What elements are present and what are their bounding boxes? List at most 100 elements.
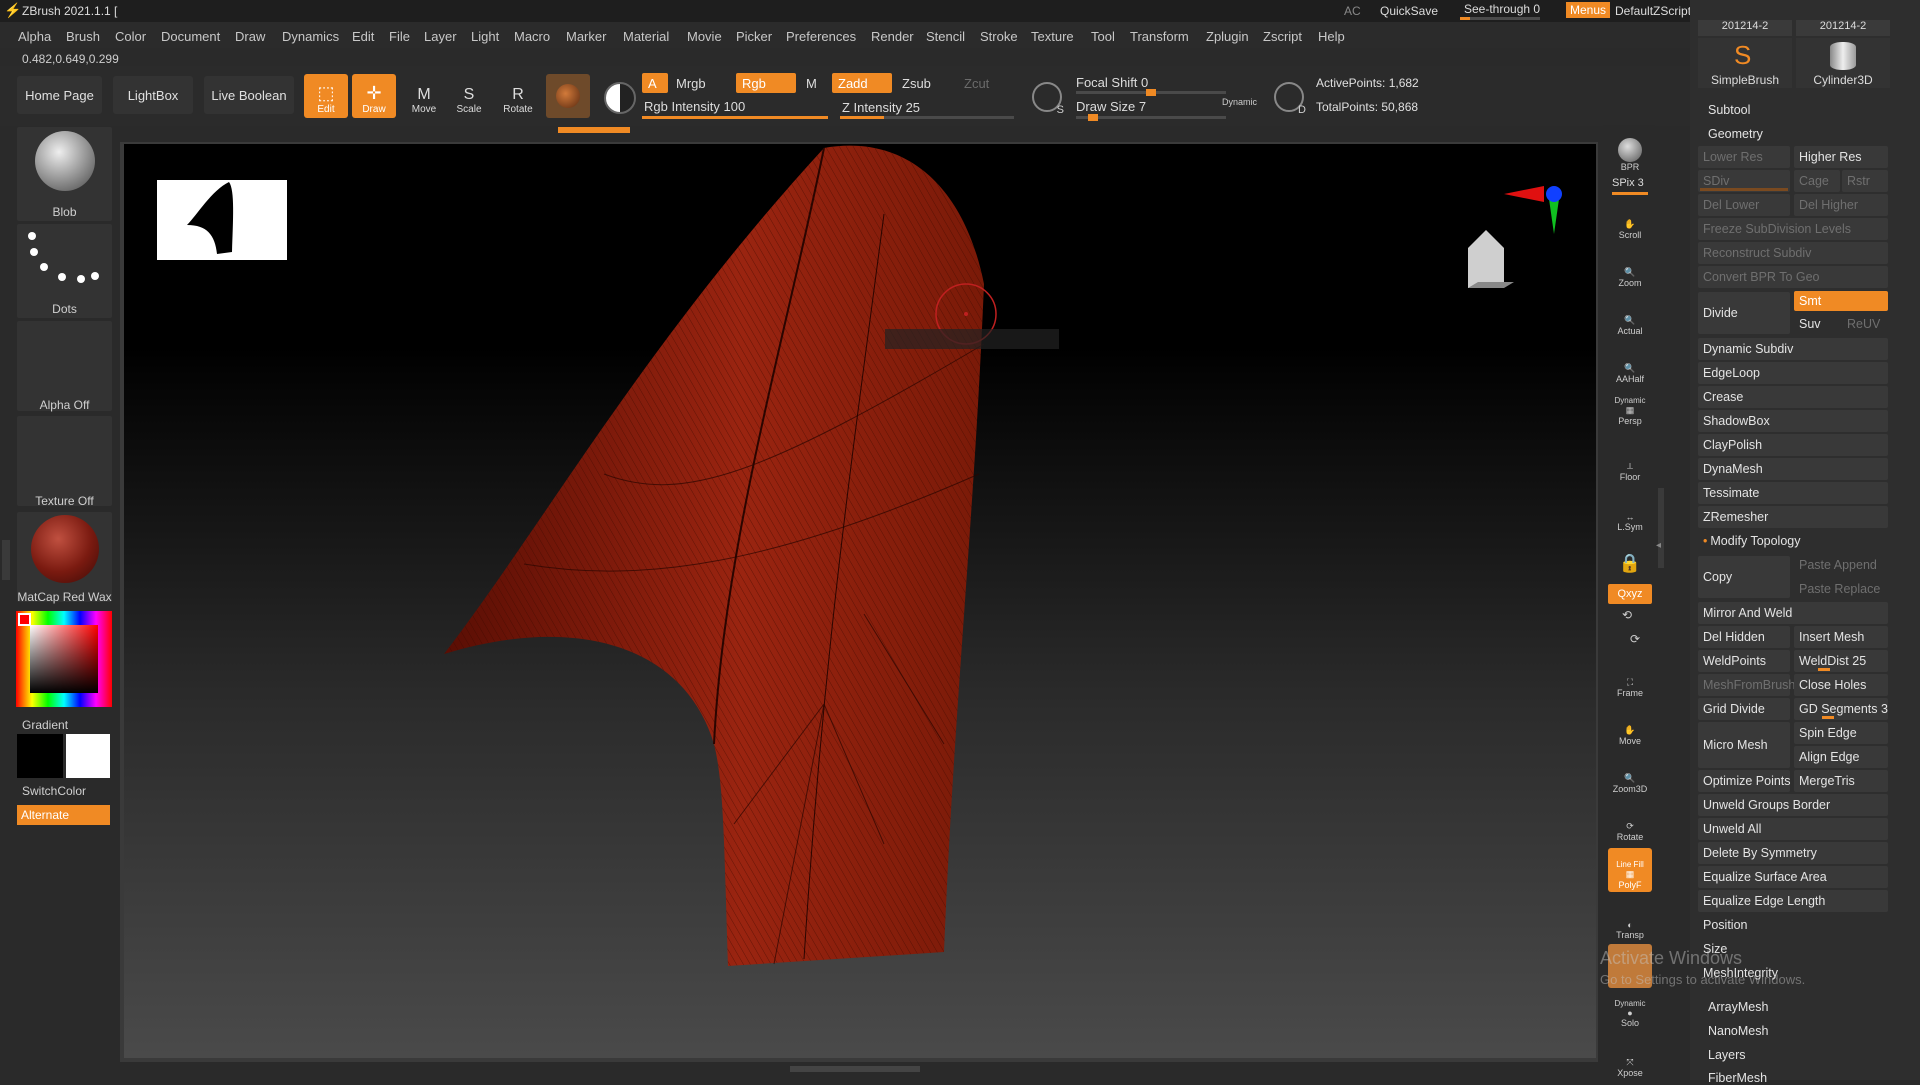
- secondary-color-black[interactable]: [17, 734, 63, 778]
- color-sphere-button[interactable]: [596, 74, 640, 118]
- collapse-right-icon[interactable]: ◂: [1656, 540, 1661, 551]
- home-page-button[interactable]: Home Page: [17, 76, 102, 114]
- copy-button[interactable]: Copy: [1698, 556, 1790, 598]
- layers-section[interactable]: Layers: [1708, 1048, 1746, 1062]
- menu-preferences[interactable]: Preferences: [786, 29, 856, 44]
- paste-append-button[interactable]: Paste Append: [1794, 554, 1888, 576]
- menu-stroke[interactable]: Stroke: [980, 29, 1018, 44]
- bpr-button[interactable]: BPR: [1608, 130, 1652, 174]
- cage-button[interactable]: Cage: [1794, 170, 1840, 192]
- main-color-white[interactable]: [66, 734, 110, 778]
- lsym-button[interactable]: ↔ L.Sym: [1608, 490, 1652, 534]
- menu-picker[interactable]: Picker: [736, 29, 772, 44]
- xyz-symmetry-button[interactable]: Qxyz: [1608, 584, 1652, 604]
- live-boolean-button[interactable]: Live Boolean: [204, 76, 294, 114]
- reuv-toggle[interactable]: ReUV: [1842, 314, 1888, 334]
- menus-toggle[interactable]: Menus: [1566, 2, 1611, 18]
- mesh-viewport[interactable]: [124, 144, 1596, 1058]
- menu-brush[interactable]: Brush: [66, 29, 100, 44]
- freeze-subdiv-button[interactable]: Freeze SubDivision Levels: [1698, 218, 1888, 240]
- spix-slider[interactable]: SPix 3: [1612, 177, 1644, 189]
- zcut-toggle[interactable]: Zcut: [958, 73, 1008, 93]
- navigator-thumbnail[interactable]: [157, 180, 287, 260]
- del-higher-button[interactable]: Del Higher: [1794, 194, 1888, 216]
- local-symmetry-icon[interactable]: ⟲: [1622, 608, 1632, 622]
- claypolish-section[interactable]: ClayPolish: [1698, 434, 1888, 456]
- frame-button[interactable]: ⛶ Frame: [1608, 656, 1652, 700]
- convert-bpr-button[interactable]: Convert BPR To Geo: [1698, 266, 1888, 288]
- menu-texture[interactable]: Texture: [1031, 29, 1074, 44]
- scale-tool-button[interactable]: S Scale: [447, 74, 491, 118]
- geometry-section[interactable]: Geometry: [1708, 127, 1763, 141]
- menu-tool[interactable]: Tool: [1091, 29, 1115, 44]
- delete-by-symmetry-button[interactable]: Delete By Symmetry: [1698, 842, 1888, 864]
- menu-transform[interactable]: Transform: [1130, 29, 1189, 44]
- mirror-and-weld-button[interactable]: Mirror And Weld: [1698, 602, 1888, 624]
- menu-file[interactable]: File: [389, 29, 410, 44]
- floor-button[interactable]: ⟂ Floor: [1608, 440, 1652, 484]
- orientation-cube-icon[interactable]: [1454, 220, 1524, 300]
- cylinder3d-thumb[interactable]: Cylinder3D: [1796, 38, 1890, 88]
- position-section[interactable]: Position: [1698, 914, 1888, 936]
- optimize-points-button[interactable]: Optimize Points: [1698, 770, 1791, 792]
- del-lower-button[interactable]: Del Lower: [1698, 194, 1790, 216]
- gd-segments-slider[interactable]: GD Segments 3: [1794, 698, 1888, 720]
- draw-mode-button[interactable]: ✛ Draw: [352, 74, 396, 118]
- red-wax-mesh[interactable]: [444, 145, 985, 967]
- smt-toggle[interactable]: Smt: [1794, 291, 1888, 311]
- nanomesh-section[interactable]: NanoMesh: [1708, 1024, 1768, 1038]
- fibermesh-section[interactable]: FiberMesh: [1708, 1071, 1767, 1085]
- menu-material[interactable]: Material: [623, 29, 669, 44]
- mrgb-toggle[interactable]: Mrgb: [670, 73, 730, 93]
- menu-draw[interactable]: Draw: [235, 29, 265, 44]
- edgeloop-section[interactable]: EdgeLoop: [1698, 362, 1888, 384]
- solo-button[interactable]: Dynamic ● Solo: [1608, 990, 1652, 1030]
- menu-layer[interactable]: Layer: [424, 29, 457, 44]
- divide-button[interactable]: Divide: [1698, 292, 1790, 334]
- paste-replace-button[interactable]: Paste Replace: [1794, 578, 1888, 600]
- unweld-all-button[interactable]: Unweld All: [1698, 818, 1888, 840]
- arraymesh-section[interactable]: ArrayMesh: [1708, 1000, 1768, 1014]
- scroll-button[interactable]: ✋ Scroll: [1608, 198, 1652, 242]
- alternate-button[interactable]: Alternate: [17, 805, 110, 825]
- menu-color[interactable]: Color: [115, 29, 146, 44]
- edit-mode-button[interactable]: ⬚ Edit: [304, 74, 348, 118]
- subtool-section[interactable]: Subtool: [1708, 103, 1750, 117]
- material-button[interactable]: [17, 512, 112, 602]
- insert-mesh-button[interactable]: Insert Mesh: [1794, 626, 1888, 648]
- spray-s-icon[interactable]: S: [1032, 82, 1064, 116]
- persp-button[interactable]: Dynamic ▦ Persp: [1608, 388, 1652, 428]
- actual-button[interactable]: 🔍 Actual: [1608, 294, 1652, 338]
- transp-button[interactable]: ◐ Transp: [1608, 898, 1652, 942]
- lightbox-button[interactable]: LightBox: [113, 76, 193, 114]
- rgb-toggle[interactable]: Rgb: [736, 73, 796, 93]
- close-holes-button[interactable]: Close Holes: [1794, 674, 1888, 696]
- zoom-button[interactable]: 🔍 Zoom: [1608, 246, 1652, 290]
- dynamic-subdiv-section[interactable]: Dynamic Subdiv: [1698, 338, 1888, 360]
- suv-toggle[interactable]: Suv: [1794, 314, 1840, 334]
- tessimate-section[interactable]: Tessimate: [1698, 482, 1888, 504]
- menu-movie[interactable]: Movie: [687, 29, 722, 44]
- lower-res-button[interactable]: Lower Res: [1698, 146, 1790, 168]
- left-tray-collapse-handle[interactable]: [2, 540, 10, 580]
- xpose-button[interactable]: ⤧ Xpose: [1608, 1036, 1652, 1080]
- modify-topology-section[interactable]: • Modify Topology: [1698, 530, 1888, 552]
- align-edge-button[interactable]: Align Edge: [1794, 746, 1888, 768]
- simplebrush-thumb[interactable]: S SimpleBrush: [1698, 38, 1792, 88]
- spin-edge-button[interactable]: Spin Edge: [1794, 722, 1888, 744]
- meshfrombrush-button[interactable]: MeshFromBrush: [1698, 674, 1795, 696]
- a-toggle[interactable]: A: [642, 73, 668, 93]
- see-through-slider[interactable]: See-through 0: [1464, 2, 1540, 16]
- switchcolor-button[interactable]: SwitchColor: [22, 784, 117, 798]
- shadowbox-section[interactable]: ShadowBox: [1698, 410, 1888, 432]
- menu-alpha[interactable]: Alpha: [18, 29, 51, 44]
- menu-render[interactable]: Render: [871, 29, 914, 44]
- mergetris-button[interactable]: MergeTris: [1794, 770, 1888, 792]
- zsub-toggle[interactable]: Zsub: [896, 73, 956, 93]
- draw-size-slider[interactable]: Draw Size 7: [1070, 96, 1240, 116]
- menu-zscript[interactable]: Zscript: [1263, 29, 1302, 44]
- del-hidden-button[interactable]: Del Hidden: [1698, 626, 1790, 648]
- polyf-button[interactable]: Line Fill ▦ PolyF: [1608, 848, 1652, 892]
- material-sphere-button[interactable]: [546, 74, 590, 118]
- zremesher-section[interactable]: ZRemesher: [1698, 506, 1888, 528]
